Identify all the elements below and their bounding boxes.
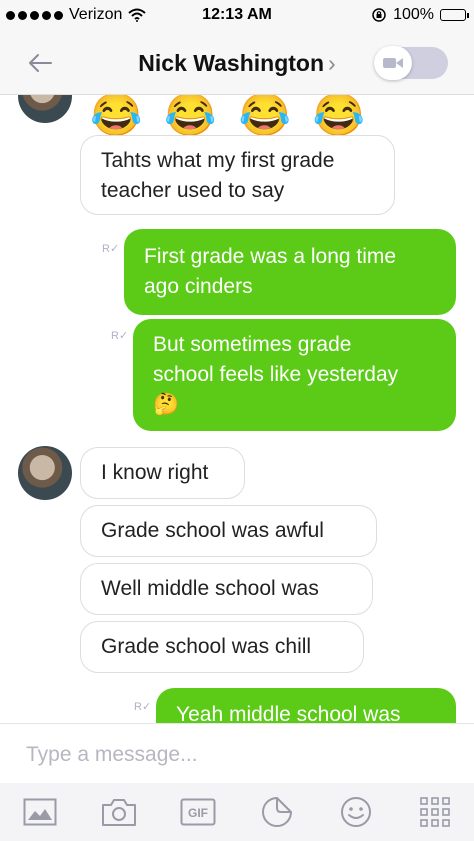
attachment-toolbar: GIF: [0, 783, 474, 841]
message-text-line: I know right: [101, 461, 209, 484]
smiley-icon: [340, 797, 371, 827]
message-list[interactable]: 😂 😂 😂 😂 Tahts what my first grade teache…: [0, 95, 474, 723]
message-text-line: Grade school was awful: [101, 519, 324, 542]
video-toggle[interactable]: [374, 46, 448, 80]
emoji: 😂: [164, 95, 217, 138]
message-text-line: Grade school was chill: [101, 635, 312, 658]
battery-icon: [440, 9, 469, 21]
outgoing-message[interactable]: First grade was a long time ago cinders: [124, 229, 456, 315]
grid-icon: [419, 797, 450, 827]
battery-label: 100%: [393, 6, 434, 23]
status-right: 100%: [371, 6, 469, 24]
video-toggle-knob: [374, 46, 412, 80]
read-receipt-icon: R✓: [111, 330, 129, 342]
incoming-message[interactable]: Grade school was awful: [80, 505, 377, 557]
thinking-emoji: 🤔: [153, 393, 180, 416]
message-input[interactable]: [24, 738, 448, 772]
outgoing-message[interactable]: But sometimes grade school feels like ye…: [133, 319, 456, 431]
incoming-message[interactable]: Grade school was chill: [80, 621, 364, 673]
chevron-right-icon: ›: [328, 50, 336, 76]
read-receipt-icon: R✓: [134, 701, 152, 713]
photo-icon: [23, 798, 56, 826]
composer: [0, 723, 474, 784]
message-text-line: First grade was a long time: [144, 245, 397, 268]
avatar[interactable]: [18, 95, 72, 123]
camera-icon: [101, 799, 136, 826]
message-text-line: But sometimes grade: [153, 333, 352, 356]
message-text-line: Well middle school was: [101, 577, 319, 600]
message-text-line: Tahts what my first grade: [101, 149, 335, 172]
emoji: 😂: [312, 95, 366, 138]
message-text-line: Yeah middle school was: [176, 703, 401, 723]
conversation-header: Nick Washington ›: [0, 32, 474, 95]
avatar[interactable]: [18, 446, 72, 500]
emoji-message: 😂 😂 😂 😂: [90, 95, 366, 138]
rotation-lock-icon: [372, 8, 386, 22]
sticker-button[interactable]: [255, 790, 299, 834]
message-text-line: school feels like yesterday: [153, 363, 399, 386]
emoji: 😂: [90, 95, 143, 138]
read-receipt-icon: R✓: [102, 243, 120, 255]
sticker-icon: [261, 797, 292, 827]
svg-text:GIF: GIF: [188, 806, 208, 820]
gif-icon: GIF: [180, 798, 215, 826]
emoji-button[interactable]: [334, 790, 378, 834]
contact-name: Nick Washington: [138, 50, 325, 76]
incoming-message[interactable]: I know right: [80, 447, 245, 499]
message-text-line: ago cinders: [144, 275, 253, 298]
gif-button[interactable]: GIF: [176, 790, 220, 834]
more-apps-button[interactable]: [413, 790, 457, 834]
camera-button[interactable]: [97, 790, 141, 834]
status-bar: Verizon 12:13 AM 100%: [0, 0, 474, 32]
emoji: 😂: [238, 95, 291, 138]
outgoing-message[interactable]: Yeah middle school was: [156, 688, 456, 723]
video-icon: [383, 58, 403, 68]
photo-button[interactable]: [18, 790, 62, 834]
message-text-line: teacher used to say: [101, 179, 285, 202]
incoming-message[interactable]: Tahts what my first grade teacher used t…: [80, 135, 395, 215]
incoming-message[interactable]: Well middle school was: [80, 563, 373, 615]
